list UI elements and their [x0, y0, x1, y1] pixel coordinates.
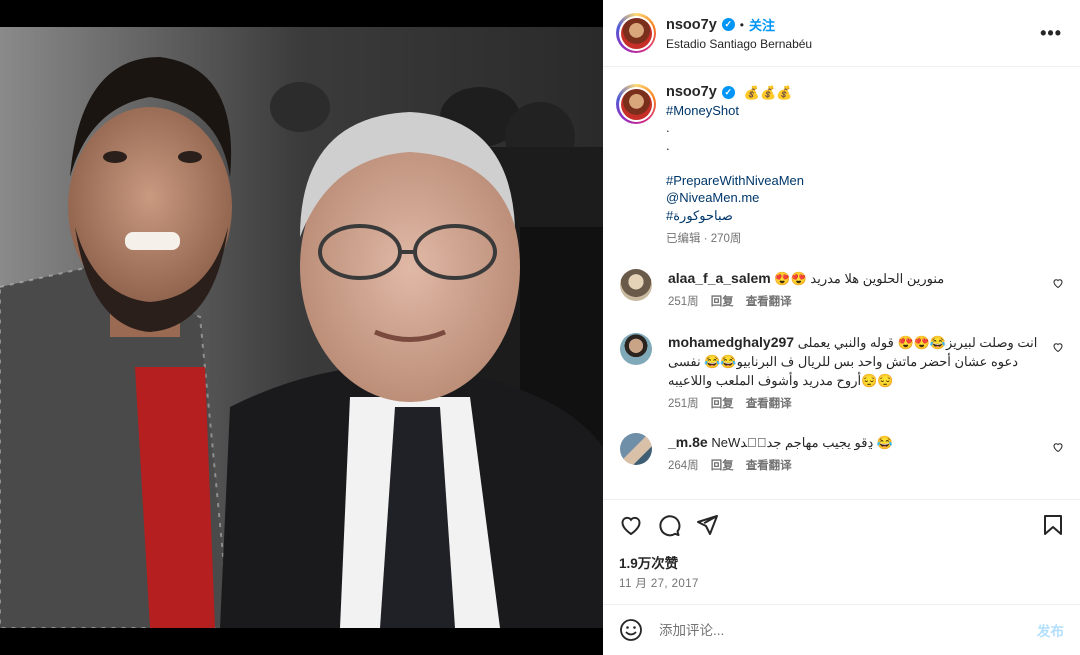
commenter-avatar[interactable] [620, 269, 652, 301]
comment-icon[interactable] [657, 513, 681, 537]
comment-like-heart-icon[interactable] [1052, 441, 1064, 453]
caption-emojis: 💰💰💰 [743, 85, 793, 100]
follow-button[interactable]: 关注 [749, 15, 775, 34]
post-header: nsoo7y ✓ • 关注 Estadio Santiago Bernabéu … [603, 0, 1080, 67]
comment-text: 😍😍 منورين الحلوين هلا مدريد [774, 271, 945, 286]
reply-button[interactable]: 回复 [711, 395, 734, 414]
post-caption: nsoo7y ✓ 💰💰💰 #MoneyShot . . #PrepareWith… [603, 67, 1080, 249]
add-comment-bar: 发布 [603, 604, 1080, 655]
commenter-username[interactable]: _m.8e [668, 434, 708, 450]
commenter-username[interactable]: mohamedghaly297 [668, 334, 794, 350]
photo-pane [0, 0, 603, 655]
commenter-avatar[interactable] [620, 433, 652, 465]
reply-button[interactable]: 回复 [711, 293, 734, 312]
caption-meta: 已编辑 · 270周 [666, 233, 742, 245]
comment-item: alaa_f_a_salem 😍😍 منورين الحلوين هلا مدر… [616, 269, 1066, 312]
reply-button[interactable]: 回复 [711, 457, 734, 476]
caption-avatar[interactable] [616, 84, 656, 124]
location-link[interactable]: Estadio Santiago Bernabéu [666, 37, 812, 51]
translate-button[interactable]: 查看翻译 [746, 395, 792, 414]
post-sidebar: nsoo7y ✓ • 关注 Estadio Santiago Bernabéu … [603, 0, 1080, 655]
post-date[interactable]: 11 月 27, 2017 [619, 575, 699, 591]
separator-dot: • [739, 17, 744, 32]
comment-item: mohamedghaly297 انت وصلت لبيريز😂😍😍 قوله … [616, 333, 1066, 414]
comment-item: _m.8e NeWڍقو يجيب مهاجم جديۣد 😂 264周 回复 … [616, 433, 1066, 476]
commenter-username[interactable]: alaa_f_a_salem [668, 270, 771, 286]
selfie-photo [0, 27, 603, 628]
post-comment-button[interactable]: 发布 [1037, 620, 1064, 640]
mention-link[interactable]: @NiveaMen.me [666, 189, 804, 207]
instagram-post-modal: nsoo7y ✓ • 关注 Estadio Santiago Bernabéu … [0, 0, 1080, 655]
caption-username[interactable]: nsoo7y [666, 84, 717, 102]
commenter-avatar[interactable] [620, 333, 652, 365]
caption-line [666, 154, 804, 172]
share-icon[interactable] [695, 513, 719, 537]
author-username[interactable]: nsoo7y [666, 17, 717, 33]
caption-line: . [666, 120, 670, 135]
hashtag-link[interactable]: #MoneyShot [666, 102, 804, 120]
comment-like-heart-icon[interactable] [1052, 277, 1064, 289]
post-photo[interactable] [0, 27, 603, 628]
comment-input[interactable] [659, 622, 1019, 638]
comment-time[interactable]: 251周 [668, 395, 699, 414]
verified-badge-icon: ✓ [721, 18, 735, 31]
comment-time[interactable]: 251周 [668, 293, 699, 312]
comment-like-heart-icon[interactable] [1052, 341, 1064, 353]
translate-button[interactable]: 查看翻译 [746, 293, 792, 312]
emoji-icon[interactable] [619, 618, 643, 642]
comment-text: NeWڍقو يجيب مهاجم جديۣد 😂 [711, 435, 894, 450]
like-count[interactable]: 1.9万次赞 [619, 552, 678, 572]
caption-line: . [666, 137, 670, 153]
comment-time[interactable]: 264周 [668, 457, 699, 476]
verified-badge-icon: ✓ [721, 86, 735, 100]
heart-icon[interactable] [619, 513, 643, 537]
hashtag-link[interactable]: #صباحوكورة [666, 207, 804, 225]
hashtag-link[interactable]: #PrepareWithNiveaMen [666, 172, 804, 190]
author-avatar[interactable] [616, 13, 656, 53]
translate-button[interactable]: 查看翻译 [746, 457, 792, 476]
bookmark-icon[interactable] [1041, 513, 1065, 537]
comments-section: nsoo7y ✓ 💰💰💰 #MoneyShot . . #PrepareWith… [603, 67, 1080, 499]
more-options-icon[interactable]: ••• [1040, 24, 1062, 42]
